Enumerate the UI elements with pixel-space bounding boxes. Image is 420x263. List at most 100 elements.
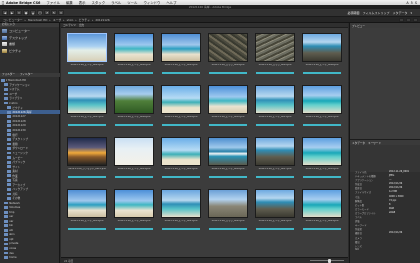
thumbnail-image[interactable] <box>208 137 248 166</box>
breadcrumb-item[interactable]: shiro <box>67 18 77 22</box>
folder-label: 作業 <box>12 174 18 178</box>
folder-icon <box>4 242 8 246</box>
thumbnail-item[interactable]: 2012.11.26_ビーチ_0014.JPG <box>111 135 157 185</box>
tab-content[interactable]: コンテンツ <box>63 23 76 27</box>
thumbnail-image[interactable] <box>161 137 201 166</box>
breadcrumb-item[interactable]: Macintosh HD <box>28 18 51 22</box>
open-recent-icon[interactable]: ◯ <box>37 10 43 15</box>
thumbnail-item[interactable]: 2012.11.26_ビーチ_0007.JPG <box>64 83 110 133</box>
thumbnail-image[interactable] <box>161 189 201 218</box>
thumbnail-image[interactable] <box>67 33 107 62</box>
thumbnail-item[interactable]: 2012.11.26_ビーチ_0002.JPG <box>111 31 157 81</box>
folder-icon <box>4 256 8 259</box>
folder-icon <box>7 156 11 159</box>
workspace-tab[interactable]: フィルムストリップ <box>363 11 390 15</box>
tab-metadata[interactable]: メタデータ <box>352 141 365 145</box>
thumbnail-item[interactable]: 2012.11.26_ビーチ_0006.JPG <box>299 31 345 81</box>
folder-icon <box>7 142 11 146</box>
thumbnail-image[interactable] <box>114 137 154 166</box>
forward-icon[interactable]: ▶ <box>9 10 15 15</box>
breadcrumb-item[interactable]: コンピューター <box>3 18 26 22</box>
thumbnail-image[interactable] <box>208 85 248 114</box>
folder-icon <box>7 165 11 169</box>
thumbnail-item[interactable]: 2012.11.26_ビーチ_0001.JPG <box>64 31 110 81</box>
thumbnail-image[interactable] <box>302 33 342 62</box>
star-filter-icon[interactable] <box>399 17 404 22</box>
folder-label: bin <box>9 224 14 228</box>
thumbnail-image[interactable] <box>302 189 342 218</box>
color-label <box>209 124 247 126</box>
thumbnail-size-slider[interactable] <box>310 258 344 263</box>
thumbnail-item[interactable]: 2012.11.26_サンセット_0013.JPG <box>64 135 110 185</box>
folder-label: バックアップ <box>12 188 28 192</box>
thumbnail-image[interactable] <box>255 189 295 218</box>
workspace-tab[interactable]: 必須項目 <box>348 11 360 15</box>
workspace-tab[interactable]: メタデータ <box>392 11 407 15</box>
folder-icon <box>4 206 8 209</box>
tab-content[interactable]: 出力 <box>79 23 84 27</box>
folder-icon <box>7 119 11 123</box>
folder-label: sbin <box>9 233 15 237</box>
thumbnail-image[interactable] <box>67 85 107 114</box>
back-icon[interactable]: ◀ <box>2 10 8 15</box>
rotate-right-icon[interactable]: ↻ <box>51 10 57 15</box>
tab-folders[interactable]: フィルター <box>20 73 33 77</box>
thumbnail-item[interactable]: 2012.11.26_ビーチ_0012.JPG <box>299 83 345 133</box>
thumbnail-image[interactable] <box>114 189 154 218</box>
thumbnail-item[interactable]: 2012.11.26_ロック_0022.JPG <box>205 187 251 237</box>
breadcrumb-item[interactable]: 20121126 <box>95 18 111 22</box>
thumbnail-image[interactable] <box>255 137 295 166</box>
thumbnail-image[interactable] <box>67 137 107 166</box>
folder-label: dev <box>9 251 14 255</box>
thumbnail-image[interactable] <box>161 85 201 114</box>
folder-label: パブリック <box>12 161 26 165</box>
thumbnail-image[interactable] <box>161 33 201 62</box>
app-name[interactable]: Adobe Bridge CS6 <box>5 1 43 5</box>
thumbnail-item[interactable]: 2012.11.26_ビーチ_0020.JPG <box>111 187 157 237</box>
tab-folders[interactable]: フォルダー <box>2 73 15 77</box>
thumbnail-item[interactable]: 2012.11.26_ビーチ_0011.JPG <box>252 83 298 133</box>
refine-icon[interactable]: ▲ <box>30 10 36 15</box>
breadcrumb-item[interactable]: ピクチャ <box>79 18 94 22</box>
thumbnail-item[interactable]: 2012.11.26_ビーチ_0015.JPG <box>158 135 204 185</box>
delete-icon[interactable]: ✕ <box>58 10 64 15</box>
folder-label: ▾ shiro <box>9 101 18 105</box>
thumbnail-filename: 2012.11.26_ビーチ_0003.JPG <box>164 64 198 66</box>
thumbnail-item[interactable]: 2012.11.26_ビーチ_0003.JPG <box>158 31 204 81</box>
content-panel: コンテンツ 出力 2012.11.26_ビーチ_0001.JPG 2012.11.2… <box>61 23 348 263</box>
thumbnail-item[interactable]: 2012.11.26_ビーチ_0021.JPG <box>158 187 204 237</box>
thumbnail-image[interactable] <box>302 85 342 114</box>
thumbnail-item[interactable]: 2012.11.26_ビーチ_0009.JPG <box>158 83 204 133</box>
folder-tree-item[interactable]: home <box>0 255 60 260</box>
folder-label: 20121128 <box>12 119 26 123</box>
thumbnail-image[interactable] <box>208 33 248 62</box>
tab-metadata[interactable]: キーワード <box>368 141 381 145</box>
breadcrumb-item[interactable]: ユーザ <box>53 18 65 22</box>
metadata-value: sRGB <box>389 210 396 214</box>
thumbnail-item[interactable]: 2012.11.26_ビーチ_0024.JPG <box>299 187 345 237</box>
camera-icon[interactable]: ● <box>23 10 29 15</box>
thumbnail-image[interactable] <box>255 85 295 114</box>
thumbnail-image[interactable] <box>208 189 248 218</box>
rotate-left-icon[interactable]: ↺ <box>44 10 50 15</box>
chevron-down-icon[interactable]: ▾ <box>410 11 412 15</box>
new-folder-icon[interactable] <box>413 17 418 22</box>
thumbnail-item[interactable]: 2012.11.26_ビーチ_0019.JPG <box>64 187 110 237</box>
thumbnail-item[interactable]: 2012.11.26_ビーチ_0008.JPG <box>111 83 157 133</box>
thumbnail-item[interactable]: 2012.11.26_ビーチ_0023.JPG <box>252 187 298 237</box>
thumbnail-item[interactable]: 2012.11.26_ロック_0004.JPG <box>205 31 251 81</box>
favorite-item[interactable]: ピクチャ <box>2 48 59 55</box>
thumbnail-item[interactable]: 2012.11.26_ビーチ_0010.JPG <box>205 83 251 133</box>
thumbnail-item[interactable]: 2012.11.26_ビーチ_0016.JPG <box>205 135 251 185</box>
thumbnail-image[interactable] <box>302 137 342 166</box>
thumbnail-image[interactable] <box>114 33 154 62</box>
thumbnail-item[interactable]: 2012.11.26_ビーチ_0018.JPG <box>299 135 345 185</box>
recent-folder-icon[interactable]: ▾ <box>16 10 22 15</box>
thumbnail-item[interactable]: 2012.11.26_ロック_0005.JPG <box>252 31 298 81</box>
thumbnail-image[interactable] <box>114 85 154 114</box>
sort-icon[interactable] <box>406 17 411 22</box>
color-label <box>68 176 106 178</box>
thumbnail-item[interactable]: 2012.11.26_ビーチ_0017.JPG <box>252 135 298 185</box>
thumbnail-image[interactable] <box>255 33 295 62</box>
thumbnail-image[interactable] <box>67 189 107 218</box>
